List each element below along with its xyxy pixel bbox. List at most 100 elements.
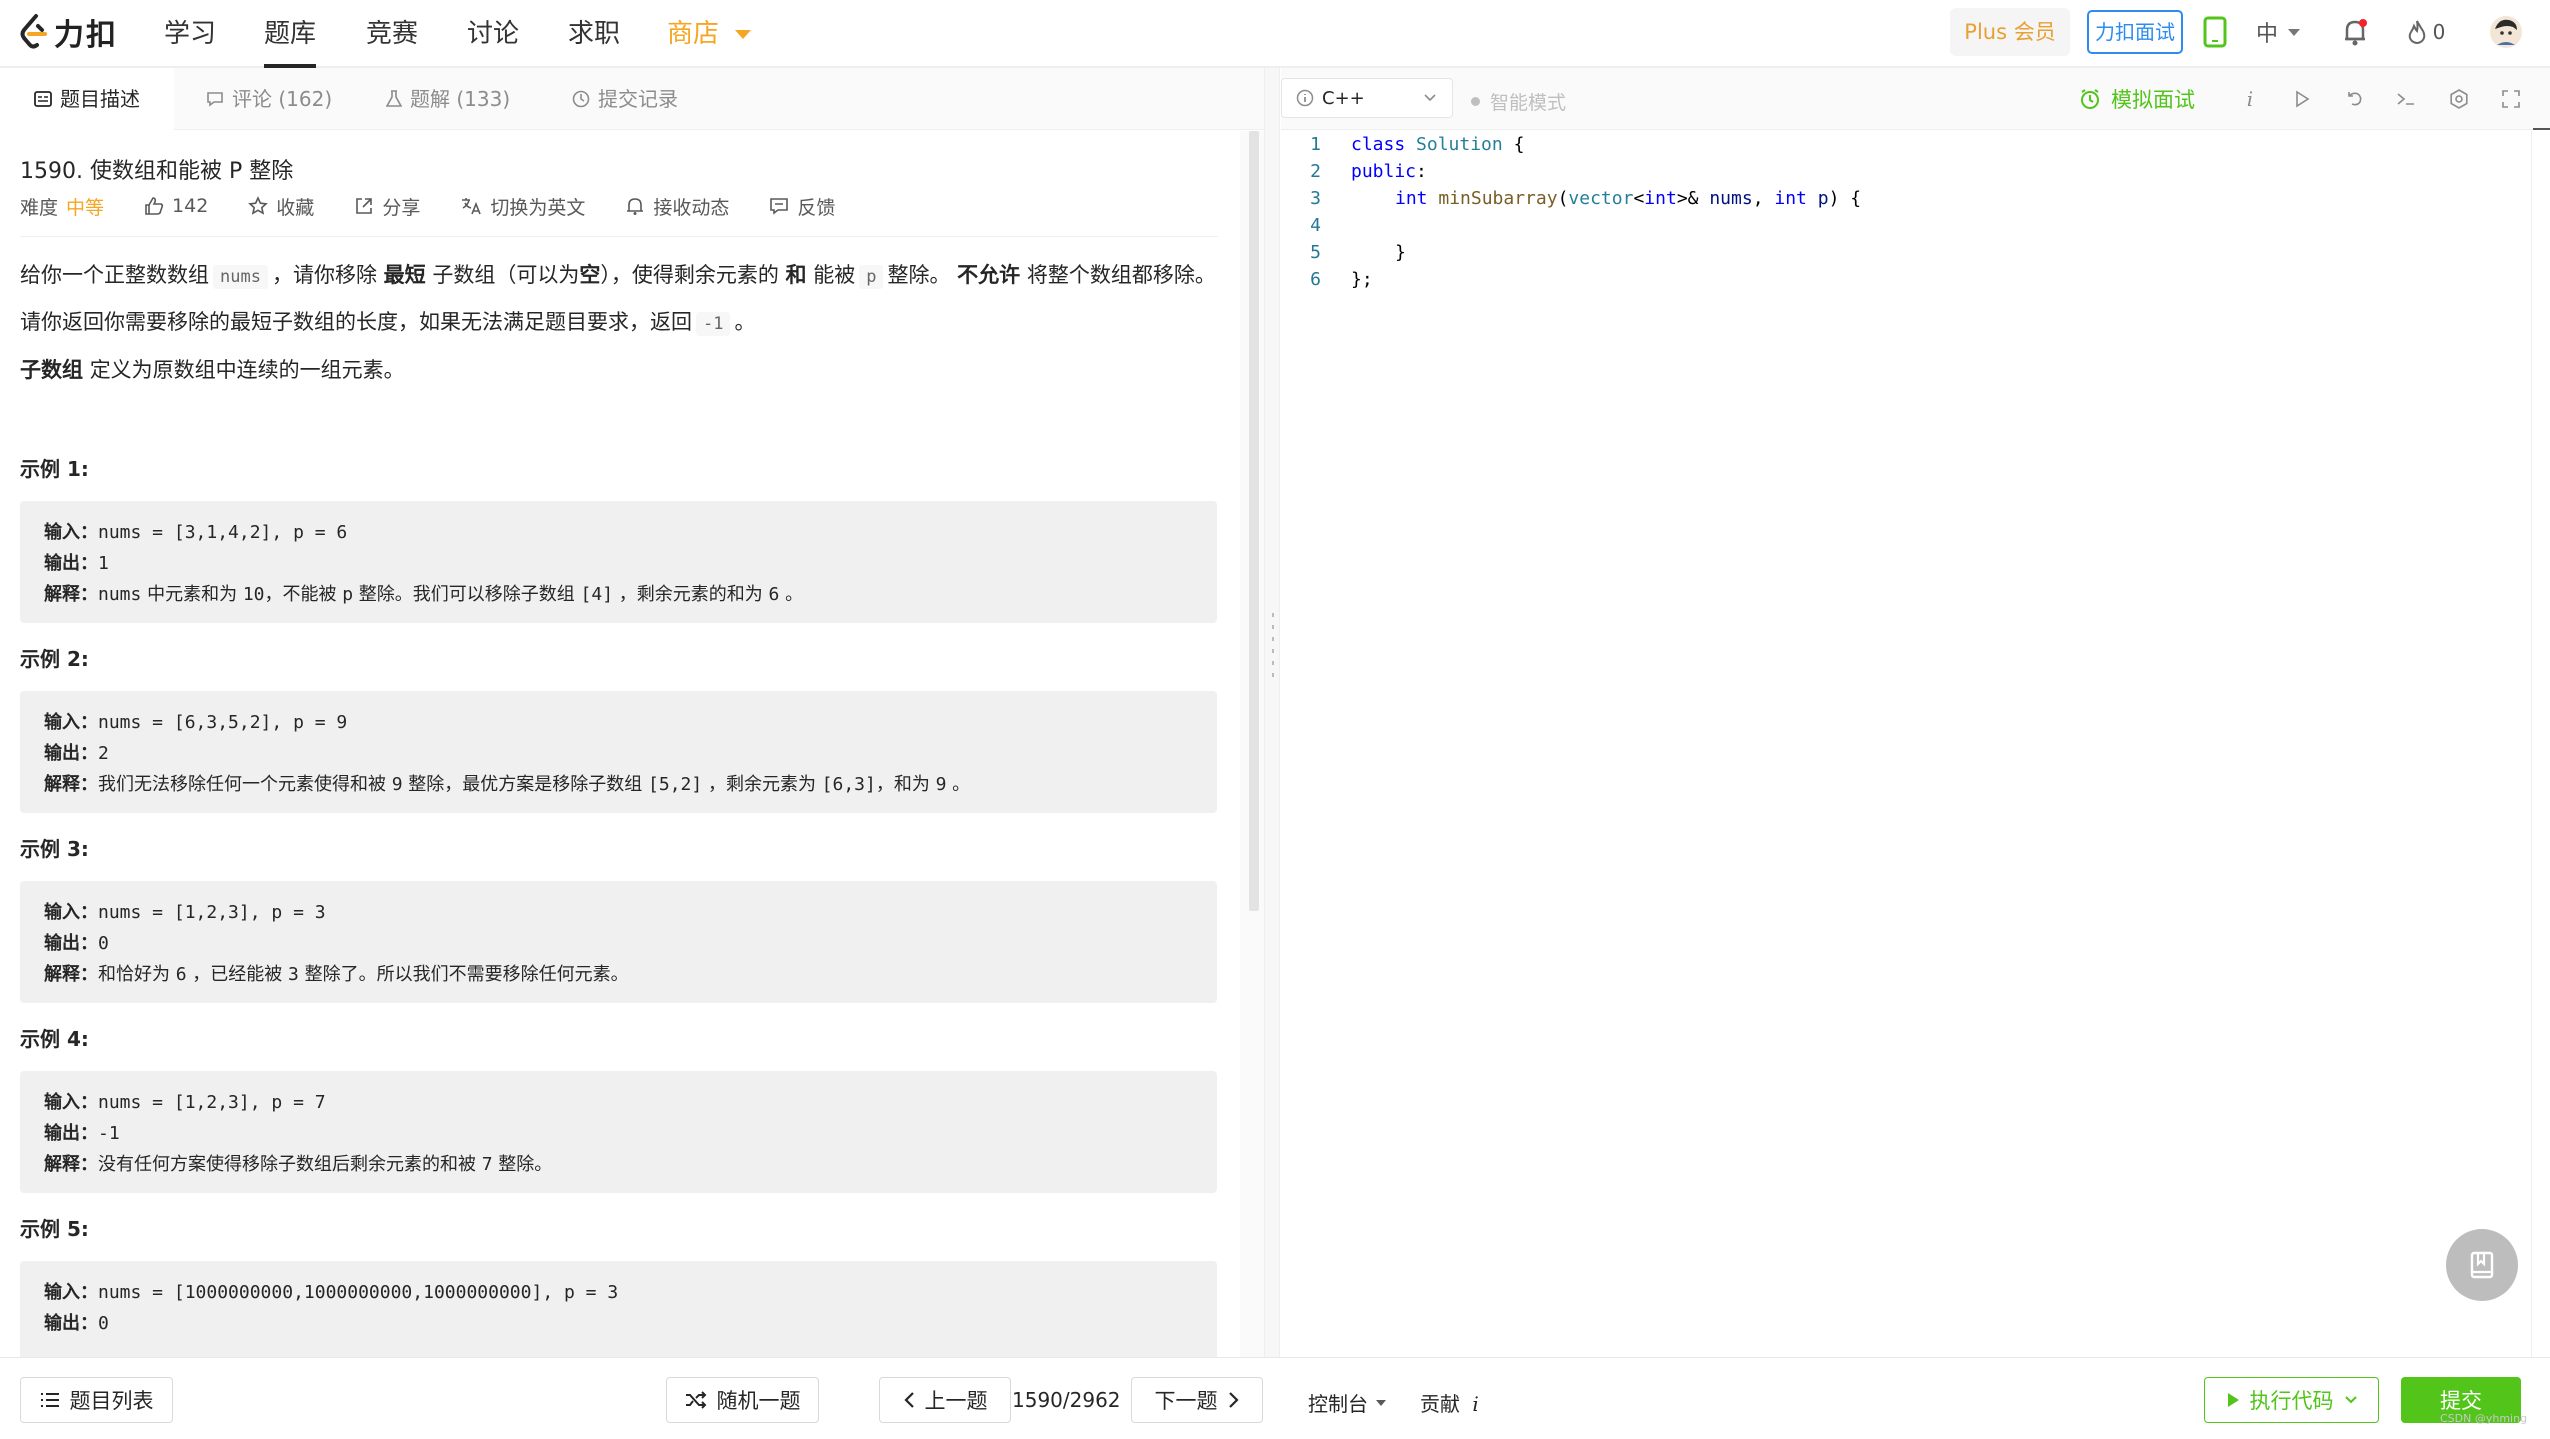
share-label: 分享 [382, 196, 421, 219]
pane-splitter[interactable] [1264, 68, 1280, 1357]
smart-mode-toggle[interactable]: 智能模式 [1471, 88, 1566, 115]
scrollbar-thumb[interactable] [1249, 131, 1259, 911]
favorite-button[interactable]: 收藏 [248, 193, 314, 220]
star-icon [248, 196, 269, 215]
console-toggle[interactable]: 控制台 [1308, 1388, 1386, 1417]
code-text: p [342, 584, 354, 605]
terminal-icon[interactable] [2393, 86, 2419, 112]
streak-counter[interactable]: 0 [2402, 14, 2450, 50]
code-text: [6,3] [821, 774, 876, 795]
console-label: 控制台 [1308, 1392, 1368, 1416]
previous-problem-label: 上一题 [924, 1389, 988, 1413]
comment-icon [207, 92, 223, 107]
text: ），使得剩余元素的 [600, 263, 779, 287]
problem-tabs: 题目描述 评论 (162) 题解 (133) 提交记录 [0, 68, 1264, 130]
grip-dot [1272, 661, 1274, 665]
input-value: nums = [1000000000,1000000000,1000000000… [98, 1282, 619, 1303]
code-text: 9 [935, 774, 947, 795]
code-text: < [1633, 188, 1645, 209]
reset-icon[interactable] [2341, 86, 2367, 112]
example-title: 示例 4: [20, 1027, 89, 1051]
problem-title: 1590. 使数组和能被 P 整除 [20, 159, 294, 184]
nav-discuss[interactable]: 讨论 [467, 14, 519, 54]
explanation-label: 解释： [44, 964, 98, 985]
like-button[interactable]: 142 [144, 195, 208, 217]
fullscreen-icon[interactable] [2498, 86, 2524, 112]
leetcode-interview-button[interactable]: 力扣面试 [2087, 10, 2183, 54]
switch-language-label: 切换为英文 [490, 196, 586, 219]
code-text: 6 [175, 964, 187, 985]
tab-description-label: 题目描述 [60, 87, 140, 111]
difficulty: 难度 中等 [20, 193, 104, 220]
class-name: Solution [1405, 134, 1503, 155]
code-editor[interactable]: 1 2 3 4 5 6 class Solution { public: int… [1281, 131, 2531, 1357]
line-number: 2 [1310, 161, 1321, 182]
grip-dot [1272, 625, 1274, 629]
tab-submissions[interactable]: 提交记录 [572, 68, 678, 130]
subscribe-button[interactable]: 接收动态 [625, 193, 729, 220]
random-problem-button[interactable]: 随机一题 [666, 1377, 819, 1423]
description-paragraph-1: 给你一个正整数数组 nums ，请你移除 最短 子数组（可以为空），使得剩余元素的 … [20, 258, 1216, 294]
explanation-text: ，剩余元素的和为 [613, 584, 769, 605]
previous-problem-button[interactable]: 上一题 [879, 1377, 1011, 1423]
text: 子数组（可以为 [432, 263, 580, 287]
mock-interview-button[interactable]: 模拟面试 [2079, 84, 2195, 114]
nav-learn[interactable]: 学习 [164, 14, 216, 54]
tab-comments[interactable]: 评论 (162) [206, 68, 332, 130]
feedback-button[interactable]: 反馈 [769, 193, 835, 220]
favorite-label: 收藏 [276, 196, 315, 219]
share-button[interactable]: 分享 [354, 193, 420, 220]
problem-list-button[interactable]: 题目列表 [20, 1377, 173, 1423]
explanation-text: ，剩余元素为 [702, 774, 822, 795]
language-label: 中 [2255, 22, 2278, 47]
info-italic-icon[interactable]: i [2237, 86, 2263, 112]
difficulty-label: 难度 [20, 196, 59, 219]
streak-count: 0 [2432, 20, 2446, 44]
explanation-text: ，和为 [875, 774, 936, 795]
contribute-button[interactable]: 贡献 i [1420, 1388, 1479, 1417]
explanation-text: 和恰好为 [98, 964, 176, 985]
tab-description[interactable]: 题目描述 [0, 68, 174, 130]
text: ，请你移除 [271, 263, 377, 287]
example-box: 输入：nums = [1,2,3], p = 7 输出：-1 解释：没有任何方案… [20, 1071, 1217, 1193]
notification-bell-icon[interactable] [2340, 14, 2370, 50]
code-line: int minSubarray(vector<int>& nums, int p… [1351, 185, 1861, 212]
bold-text: 和 [785, 263, 807, 287]
top-navigation: 力扣 学习 题库 竞赛 讨论 求职 商店 Plus 会员 力扣面试 中 0 [0, 0, 2550, 68]
difficulty-value: 中等 [66, 196, 105, 219]
next-problem-button[interactable]: 下一题 [1131, 1377, 1263, 1423]
nav-jobs[interactable]: 求职 [568, 14, 620, 54]
bottom-action-bar: 题目列表 随机一题 上一题 1590/2962 下一题 控制台 贡献 i 执行代… [0, 1357, 2550, 1439]
code-text: : [1416, 161, 1427, 182]
user-avatar[interactable] [2488, 14, 2524, 50]
plus-membership-button[interactable]: Plus 会员 [1950, 8, 2070, 56]
cursor-marker [2533, 128, 2550, 152]
chevron-right-icon [1228, 1392, 1239, 1408]
chevron-down-icon [2344, 1396, 2357, 1404]
code-text: >& [1676, 188, 1710, 209]
mobile-app-icon[interactable] [2200, 14, 2230, 50]
line-number: 5 [1310, 242, 1321, 263]
explanation-text: ，不能被 [264, 584, 343, 605]
nav-store[interactable]: 商店 [667, 14, 752, 54]
play-icon[interactable] [2289, 86, 2315, 112]
tab-solutions[interactable]: 题解 (133) [386, 68, 510, 130]
example-title: 示例 3: [20, 837, 89, 861]
run-code-button[interactable]: 执行代码 [2204, 1377, 2379, 1423]
explanation-text: 没有任何方案使得移除子数组后剩余元素的和被 [98, 1154, 482, 1175]
text: 请你返回你需要移除的最短子数组的长度，如果无法满足题目要求，返回 [20, 310, 692, 334]
language-switcher[interactable]: 中 [2252, 14, 2304, 50]
leetcode-logo-icon [20, 14, 47, 49]
nav-store-label: 商店 [667, 19, 720, 49]
grip-dot [1272, 649, 1274, 653]
history-icon [572, 90, 590, 108]
input-value: nums = [3,1,4,2], p = 6 [98, 522, 348, 543]
language-select[interactable]: C++ [1281, 78, 1453, 118]
notes-button[interactable] [2446, 1229, 2518, 1301]
nav-contest[interactable]: 竞赛 [366, 14, 418, 54]
nav-problemset[interactable]: 题库 [264, 14, 317, 68]
settings-icon[interactable] [2446, 86, 2472, 112]
switch-language-button[interactable]: 切换为英文 [460, 193, 585, 220]
leetcode-logo[interactable]: 力扣 [16, 12, 118, 53]
code-text: , [1752, 188, 1775, 209]
